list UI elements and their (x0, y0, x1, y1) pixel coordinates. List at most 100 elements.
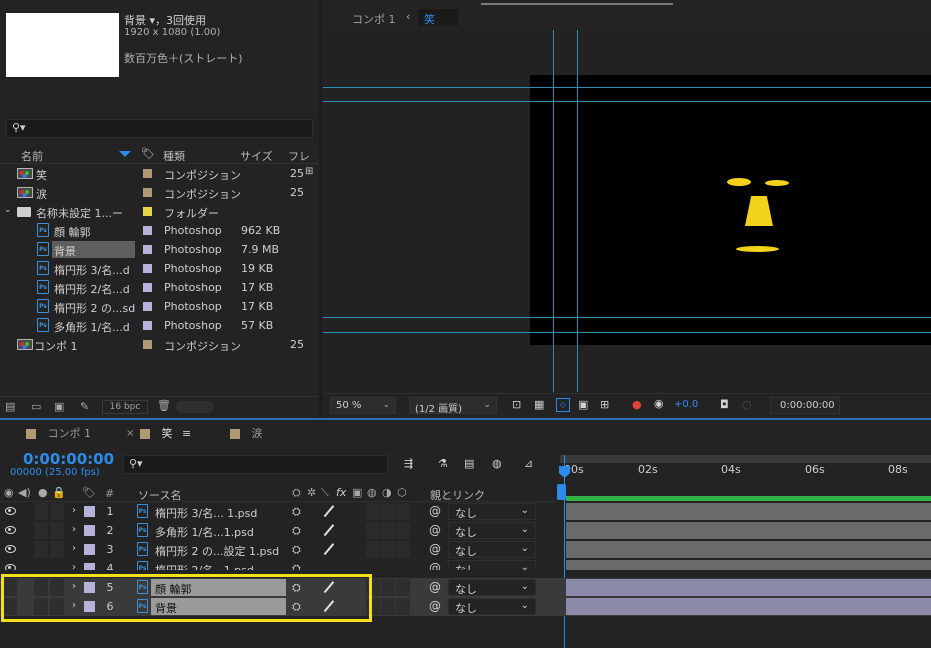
show-snapshot-icon[interactable]: ◌ (742, 399, 752, 410)
fast-preview-icon[interactable]: ⊡ (512, 399, 521, 410)
col-type[interactable]: 種類 (163, 148, 185, 164)
layer-row[interactable]: › 4 Ps 楕円形 2/名...1.psd ⛭ @ なし⌄ (0, 559, 931, 570)
project-item[interactable]: コンポ 1 コンポジション 25 (0, 335, 318, 354)
composition-flowchart-icon[interactable]: ⇶ (404, 458, 413, 469)
project-search-input[interactable]: ⚲▾ (6, 119, 313, 138)
tab-composition-3[interactable]: 涙 (230, 425, 263, 441)
quality-icon[interactable] (323, 504, 335, 518)
zoom-select[interactable]: 50 % ⌄ (330, 397, 396, 414)
project-item[interactable]: Ps 多角形 1/名...d Photoshop 57 KB (0, 316, 318, 335)
motion-blur-icon[interactable]: ◍ (492, 458, 502, 469)
eye-icon[interactable] (5, 526, 16, 534)
switch-cell[interactable] (396, 541, 410, 558)
label-tag-icon[interactable]: 🏷 (141, 148, 155, 159)
parent-select[interactable]: なし⌄ (448, 598, 536, 615)
switch-cell[interactable] (381, 598, 395, 615)
lock-icon[interactable]: 🔒 (52, 487, 66, 498)
transparency-grid-icon[interactable]: ▦ (534, 399, 544, 410)
col-parent-link[interactable]: 親とリンク (430, 487, 485, 503)
quality-icon[interactable] (323, 523, 335, 537)
shy-icon[interactable]: ⛭ (292, 487, 301, 498)
switch-cell[interactable] (381, 522, 395, 539)
color-management-icon[interactable]: ◉ (654, 398, 664, 409)
parent-select[interactable]: なし⌄ (448, 541, 536, 558)
quality-icon[interactable] (323, 542, 335, 556)
eye-icon[interactable] (5, 564, 16, 570)
project-item[interactable]: 涙 コンポジション 25 (0, 183, 318, 202)
work-area-bar[interactable] (560, 455, 931, 463)
frame-blend-icon[interactable]: ▣ (352, 487, 362, 498)
chevron-right-icon[interactable]: › (72, 543, 76, 554)
breadcrumb-current[interactable]: 笑 (418, 9, 458, 26)
layer-name[interactable]: 楕円形 2 の...設定 1.psd (155, 543, 279, 559)
frame-blending-icon[interactable]: ▤ (464, 458, 474, 469)
region-of-interest-icon[interactable]: ▣ (578, 399, 588, 410)
chevron-right-icon[interactable]: › (72, 524, 76, 535)
switch-cell[interactable] (381, 503, 395, 520)
lock-toggle[interactable] (50, 522, 64, 539)
layer-name[interactable]: 楕円形 3/名... 1.psd (155, 505, 257, 521)
tab-composition-1[interactable]: コンポ 1 (26, 425, 91, 441)
project-item[interactable]: Ps 楕円形 3/名...d Photoshop 19 KB (0, 259, 318, 278)
audio-toggle[interactable] (34, 503, 48, 520)
sort-arrow-icon[interactable] (119, 151, 131, 157)
project-item[interactable]: 笑 コンポジション 25 ⊞ (0, 164, 318, 183)
chevron-down-icon[interactable]: ⌄ (4, 206, 12, 215)
switch-cell[interactable] (381, 541, 395, 558)
label-swatch[interactable] (84, 525, 95, 536)
camera-snapshot-icon[interactable]: ◘ (720, 399, 729, 410)
pick-whip-icon[interactable]: @ (429, 599, 441, 613)
parent-select[interactable]: なし⌄ (448, 560, 536, 570)
grid-guides-icon[interactable]: ⊞ (600, 399, 609, 410)
adjust-icon[interactable]: ✎ (80, 401, 89, 412)
col-source-name[interactable]: ソース名 (138, 487, 181, 503)
close-icon[interactable]: × (126, 429, 134, 439)
pick-whip-icon[interactable]: @ (429, 523, 441, 537)
label-swatch[interactable] (84, 544, 95, 555)
audio-toggle[interactable] (34, 541, 48, 558)
switch-cell[interactable] (396, 522, 410, 539)
parent-select[interactable]: なし⌄ (448, 579, 536, 596)
layer-name[interactable]: 楕円形 2/名...1.psd (155, 562, 254, 570)
pick-whip-icon[interactable]: @ (429, 580, 441, 594)
work-area-green-bar[interactable] (566, 496, 931, 501)
lock-toggle[interactable] (50, 541, 64, 558)
switch-cell[interactable] (396, 579, 410, 596)
label-swatch[interactable] (84, 563, 95, 570)
label-tag-icon[interactable]: 🏷 (82, 487, 96, 498)
interpret-footage-icon[interactable]: ▤ (5, 401, 15, 412)
viewer-timecode[interactable]: 0:00:00:00 (770, 397, 840, 414)
layer-duration-bar[interactable] (566, 598, 931, 615)
3d-layer-icon[interactable]: ⬡ (397, 487, 407, 498)
channel-icon[interactable]: ● (632, 399, 642, 410)
draft-3d-icon[interactable]: ⚗ (438, 458, 448, 469)
parent-select[interactable]: なし⌄ (448, 522, 536, 539)
new-folder-icon[interactable]: ▭ (31, 401, 41, 412)
menu-icon[interactable]: ≡ (182, 428, 191, 439)
eye-icon[interactable]: ◉ (4, 487, 14, 498)
pick-whip-icon[interactable]: @ (429, 542, 441, 556)
switch-cell[interactable] (366, 522, 380, 539)
label-swatch[interactable] (84, 506, 95, 517)
resolution-select[interactable]: (1/2 画質) ⌄ (409, 397, 497, 415)
fx-icon[interactable]: fx (336, 486, 346, 499)
layer-name[interactable]: 多角形 1/名...1.psd (155, 524, 254, 540)
parent-select[interactable]: なし⌄ (448, 503, 536, 520)
motion-blur-col-icon[interactable]: ◍ (367, 487, 377, 498)
layer-row[interactable]: › 1 Ps 楕円形 3/名... 1.psd ⛭ @ なし ⌄ (0, 502, 931, 521)
col-name[interactable]: 名前 (21, 148, 43, 164)
flowchart-icon[interactable]: ⊞ (305, 167, 313, 177)
shy-icon[interactable]: ⛭ (292, 505, 301, 519)
project-item[interactable]: Ps 楕円形 2/名...d Photoshop 17 KB (0, 278, 318, 297)
switch-cell[interactable] (381, 579, 395, 596)
chevron-right-icon[interactable]: › (72, 505, 76, 516)
guide-line[interactable] (577, 30, 578, 392)
adjustment-layer-icon[interactable]: ◑ (382, 487, 392, 498)
current-time[interactable]: 0:00:00:00 (23, 450, 114, 468)
mask-visibility-icon[interactable]: ◇ (556, 398, 570, 412)
exposure-value[interactable]: +0.0 (674, 399, 698, 410)
timeline-search-input[interactable]: ⚲▾ (123, 455, 388, 474)
layer-duration-bar[interactable] (566, 522, 931, 539)
eye-icon[interactable] (5, 507, 16, 515)
switch-cell[interactable] (366, 503, 380, 520)
